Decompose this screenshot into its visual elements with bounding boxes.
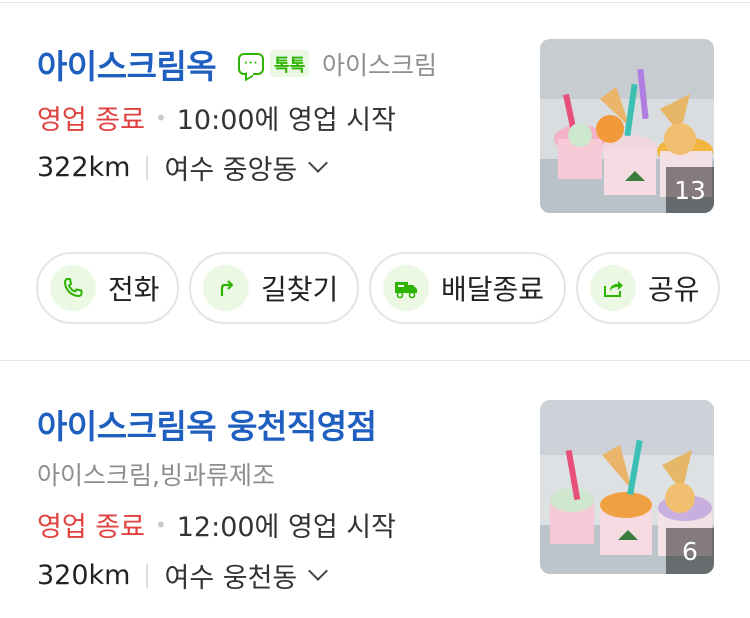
talktalk-icon: ··· — [238, 52, 264, 75]
distance: 322km — [37, 152, 131, 183]
business-hours-row: 영업 종료 • 12:00에 영업 시작 — [37, 505, 396, 544]
delivery-label: 배달종료 — [441, 273, 545, 306]
open-time: 12:00에 영업 시작 — [176, 512, 396, 543]
directions-label: 길찾기 — [261, 273, 339, 306]
distance: 320km — [37, 560, 131, 591]
talktalk-badge[interactable]: ··· 톡톡 — [238, 50, 310, 77]
business-status: 영업 종료 — [37, 105, 145, 136]
share-button[interactable]: 공유 — [576, 252, 720, 324]
photo-count: 6 — [666, 528, 714, 574]
separator-bar — [146, 155, 149, 180]
place-category: 아이스크림 — [322, 51, 438, 80]
delivery-truck-icon — [383, 265, 429, 311]
region[interactable]: 여수 웅천동 — [164, 556, 297, 595]
chevron-down-icon[interactable] — [308, 152, 329, 173]
place-thumbnail[interactable]: 6 — [540, 400, 714, 574]
separator-dot: • — [154, 105, 167, 130]
photo-count: 13 — [666, 167, 714, 213]
business-hours-row: 영업 종료 • 10:00에 영업 시작 — [37, 98, 396, 137]
call-button[interactable]: 전화 — [36, 252, 179, 324]
share-label: 공유 — [648, 273, 700, 306]
business-status: 영업 종료 — [37, 512, 145, 543]
location-row: 322km 여수 중앙동 — [37, 148, 329, 187]
place-category: 아이스크림,빙과류제조 — [37, 461, 275, 490]
place-card[interactable]: 아이스크림옥 ··· 톡톡 아이스크림 영업 종료 • 10:00에 영업 시작… — [0, 0, 750, 240]
directions-icon — [203, 265, 249, 311]
open-time: 10:00에 영업 시작 — [176, 105, 396, 136]
place-name[interactable]: 아이스크림옥 웅천직영점 — [37, 400, 377, 448]
call-label: 전화 — [108, 273, 160, 306]
talktalk-label: 톡톡 — [270, 50, 310, 77]
place-card[interactable]: 아이스크림옥 웅천직영점 아이스크림,빙과류제조 영업 종료 • 12:00에 … — [0, 360, 750, 618]
phone-icon — [50, 265, 96, 311]
region[interactable]: 여수 중앙동 — [164, 148, 297, 187]
place-thumbnail[interactable]: 13 — [540, 39, 714, 213]
share-icon — [590, 265, 636, 311]
directions-button[interactable]: 길찾기 — [189, 252, 359, 324]
separator-bar — [146, 563, 149, 588]
delivery-button[interactable]: 배달종료 — [369, 252, 566, 324]
location-row: 320km 여수 웅천동 — [37, 556, 329, 595]
chevron-down-icon[interactable] — [308, 560, 329, 581]
separator-dot: • — [154, 512, 167, 537]
place-name[interactable]: 아이스크림옥 — [37, 40, 217, 88]
